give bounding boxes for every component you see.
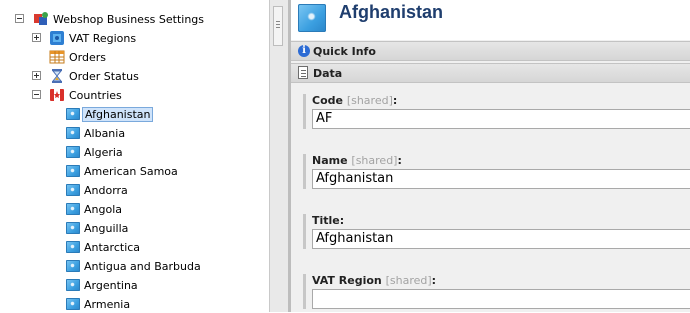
tree-item-label-selected: Afghanistan: [82, 107, 154, 122]
section-data[interactable]: Data: [291, 63, 690, 83]
country-flag-icon: [66, 203, 80, 215]
field-label: VAT Region [shared]:: [312, 274, 437, 287]
name-input[interactable]: Afghanistan: [312, 169, 690, 189]
collapse-toggle[interactable]: [32, 90, 41, 99]
tree-item-label: Antarctica: [84, 241, 141, 254]
collapse-toggle[interactable]: [15, 14, 24, 23]
splitter-grip-handle[interactable]: [273, 6, 283, 46]
fields-area: Code [shared]: AF Name [shared]: Afghani…: [291, 86, 690, 312]
title-input[interactable]: Afghanistan: [312, 229, 690, 249]
vat-regions-icon: [50, 31, 64, 45]
item-title: Afghanistan: [339, 2, 444, 22]
code-input[interactable]: AF: [312, 109, 690, 129]
tree-item-label: Argentina: [84, 279, 138, 292]
tree-item-country[interactable]: Argentina: [0, 276, 260, 294]
editor-header: Afghanistan: [291, 0, 690, 40]
field-label: Code [shared]:: [312, 94, 398, 107]
field-code: Code [shared]: AF: [303, 94, 690, 129]
country-flag-icon: [298, 4, 326, 32]
tree-item-country[interactable]: American Samoa: [0, 162, 260, 180]
tree-item-label: VAT Regions: [69, 32, 137, 45]
orders-grid-icon: [49, 50, 65, 64]
content-tree[interactable]: Webshop Business Settings VAT Regions Or…: [0, 0, 270, 312]
country-flag-icon: [66, 184, 80, 196]
tree-item-label: Albania: [84, 127, 126, 140]
tree-item-label: Order Status: [69, 70, 139, 83]
field-vat-region: VAT Region [shared]:: [303, 274, 690, 309]
tree-item-country[interactable]: Afghanistan: [0, 105, 260, 123]
tree-item-label: Orders: [69, 51, 106, 64]
tree-item-label: Countries: [69, 89, 122, 102]
tree-item-country[interactable]: Anguilla: [0, 219, 260, 237]
countries-icon: [50, 89, 64, 101]
country-flag-icon: [66, 279, 80, 291]
field-name: Name [shared]: Afghanistan: [303, 154, 690, 189]
tree-item-label: Angola: [84, 203, 123, 216]
tree-item-label: Armenia: [84, 298, 131, 311]
tree-item-vat-regions[interactable]: VAT Regions: [0, 29, 260, 47]
field-label: Title:: [312, 214, 345, 227]
tree-item-country[interactable]: Algeria: [0, 143, 260, 161]
country-flag-icon: [66, 298, 80, 310]
tree-root-label: Webshop Business Settings: [53, 13, 205, 26]
country-flag-icon: [66, 260, 80, 272]
tree-item-order-status[interactable]: Order Status: [0, 67, 260, 85]
item-editor: Afghanistan i Quick Info Data Code [shar…: [291, 0, 690, 312]
section-title: Data: [313, 67, 343, 80]
tree-item-country[interactable]: Angola: [0, 200, 260, 218]
section-title: Quick Info: [313, 45, 376, 58]
country-flag-icon: [66, 146, 80, 158]
country-flag-icon: [66, 222, 80, 234]
tree-item-country[interactable]: Andorra: [0, 181, 260, 199]
vat-region-input[interactable]: [312, 289, 690, 309]
country-flag-icon: [66, 165, 80, 177]
tree-item-label: Algeria: [84, 146, 123, 159]
document-icon: [298, 66, 308, 79]
tree-item-country[interactable]: Albania: [0, 124, 260, 142]
pane-splitter[interactable]: [270, 0, 291, 312]
tree-item-country[interactable]: Antarctica: [0, 238, 260, 256]
info-icon: i: [298, 45, 310, 57]
tree-item-label: Antigua and Barbuda: [84, 260, 201, 273]
tree-item-label: Anguilla: [84, 222, 129, 235]
country-flag-icon: [66, 108, 80, 120]
tree-item-orders[interactable]: Orders: [0, 48, 260, 66]
expand-toggle[interactable]: [32, 33, 41, 42]
tree-root-webshop-settings[interactable]: Webshop Business Settings: [0, 10, 260, 28]
hourglass-icon: [51, 69, 63, 83]
section-quick-info[interactable]: i Quick Info: [291, 41, 690, 61]
tree-item-label: Andorra: [84, 184, 128, 197]
country-flag-icon: [66, 241, 80, 253]
webshop-settings-icon: [34, 12, 48, 25]
tree-item-country[interactable]: Antigua and Barbuda: [0, 257, 260, 275]
expand-toggle[interactable]: [32, 71, 41, 80]
tree-item-label: American Samoa: [84, 165, 178, 178]
country-flag-icon: [66, 127, 80, 139]
field-title: Title: Afghanistan: [303, 214, 690, 249]
tree-item-countries[interactable]: Countries: [0, 86, 260, 104]
tree-item-country[interactable]: Armenia: [0, 295, 260, 313]
field-label: Name [shared]:: [312, 154, 402, 167]
